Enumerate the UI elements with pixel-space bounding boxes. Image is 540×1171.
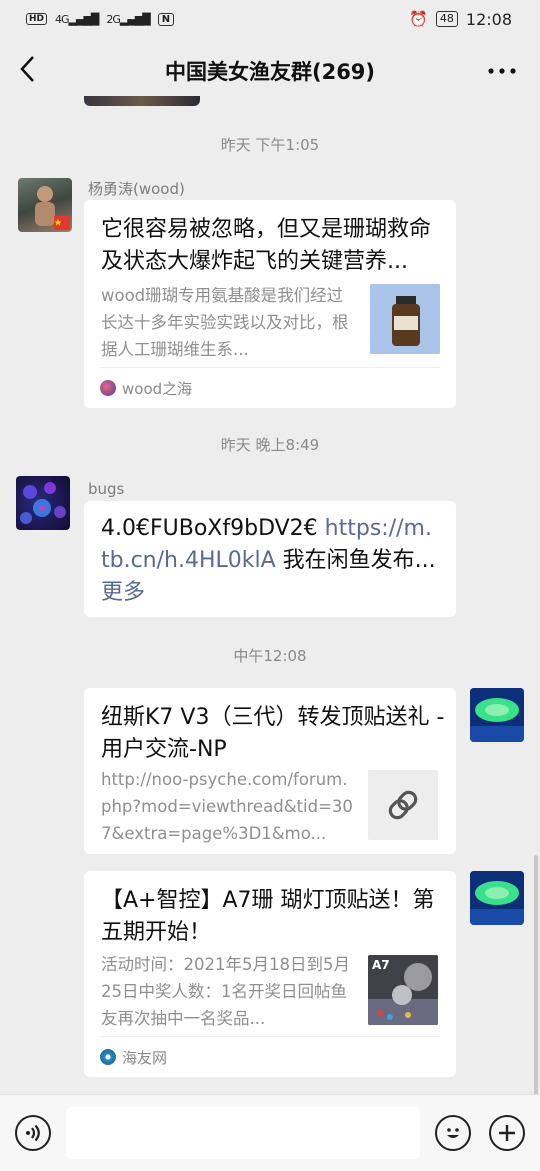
avatar[interactable] (470, 871, 524, 925)
sender-name: bugs (88, 480, 125, 498)
card-title: 【A+智控】A7珊 瑚灯顶贴送！第五期开始！ (101, 888, 435, 945)
status-left: HD 4G▂▄▆█ 2G▂▄▆█ N (26, 12, 175, 26)
card-thumbnail: A7 (368, 955, 438, 1025)
battery-icon: 48 (435, 11, 458, 27)
status-right: ⏰ 48 12:08 (409, 10, 512, 29)
card-source: wood之海 (100, 367, 440, 408)
emoji-icon[interactable] (435, 1115, 471, 1151)
message-text: 4.0€FUBoXf9bDV2€ https://m.tb.cn/h.4HL0k… (101, 513, 439, 609)
signal-2g-label: 2G (106, 12, 120, 26)
plus-icon[interactable] (489, 1115, 525, 1151)
thumbnail-label: A7 (372, 958, 390, 972)
alarm-icon: ⏰ (409, 10, 428, 28)
sender-name: 杨勇涛(wood) (88, 180, 185, 198)
message-input[interactable] (66, 1107, 420, 1159)
link-icon (368, 770, 438, 840)
avatar[interactable] (470, 688, 524, 742)
source-name: 海友网 (122, 1048, 168, 1067)
input-bar (0, 1094, 540, 1171)
card-thumbnail (370, 284, 440, 354)
voice-icon[interactable] (15, 1115, 51, 1151)
card-description: wood珊瑚专用氨基酸是我们经过长达十多年实验实践以及对比，根据人工珊瑚维生系.… (101, 286, 349, 359)
more-link[interactable]: 更多 (101, 580, 145, 605)
signal-4g-icon: 4G▂▄▆█ (55, 12, 99, 26)
source-logo-icon (100, 380, 116, 396)
signal-2g-icon: 2G▂▄▆█ (106, 12, 150, 26)
link-card-message[interactable]: 纽斯K7 V3（三代）转发顶贴送礼 - 用户交流-NP http://noo-p… (84, 688, 456, 854)
timestamp: 昨天 下午1:05 (220, 136, 320, 154)
source-logo-icon (100, 1049, 116, 1065)
message-text-after: 我在闲鱼发布... (275, 548, 436, 573)
link-card-message[interactable]: 它很容易被忽略，但又是珊瑚救命及状态大爆炸起飞的关键营养... wood珊瑚专用… (84, 200, 456, 408)
card-title: 它很容易被忽略，但又是珊瑚救命及状态大爆炸起飞的关键营养... (101, 217, 432, 274)
signal-4g-label: 4G (55, 12, 69, 26)
avatar[interactable] (18, 178, 72, 232)
card-title: 纽斯K7 V3（三代）转发顶贴送礼 - 用户交流-NP (101, 705, 445, 762)
scrollbar[interactable] (534, 855, 538, 1095)
nfc-icon: N (157, 12, 175, 26)
card-description: 活动时间：2021年5月18日到5月25日中奖人数：1名开奖日回帖鱼友再次抽中一… (101, 955, 350, 1028)
link-card-message[interactable]: 【A+智控】A7珊 瑚灯顶贴送！第五期开始！ 活动时间：2021年5月18日到5… (84, 871, 456, 1077)
previous-message-image[interactable] (84, 96, 200, 106)
more-dots-icon[interactable] (488, 56, 516, 81)
message-text-plain: 4.0€FUBoXf9bDV2€ (101, 516, 325, 541)
text-message[interactable]: 4.0€FUBoXf9bDV2€ https://m.tb.cn/h.4HL0k… (84, 501, 456, 617)
status-bar: HD 4G▂▄▆█ 2G▂▄▆█ N ⏰ 48 12:08 (0, 0, 540, 38)
timestamp: 中午12:08 (233, 647, 307, 665)
source-name: wood之海 (122, 379, 193, 398)
back-chevron-icon[interactable] (18, 54, 36, 90)
status-time: 12:08 (465, 9, 512, 29)
chat-header: 中国美女渔友群(269) (0, 38, 540, 104)
card-description: http://noo-psyche.com/forum.php?mod=view… (101, 770, 353, 843)
timestamp: 昨天 晚上8:49 (220, 436, 320, 454)
avatar[interactable] (16, 476, 70, 530)
card-source: 海友网 (100, 1036, 440, 1077)
hd-indicator: HD (26, 13, 48, 25)
chat-title: 中国美女渔友群(269) (164, 60, 376, 84)
